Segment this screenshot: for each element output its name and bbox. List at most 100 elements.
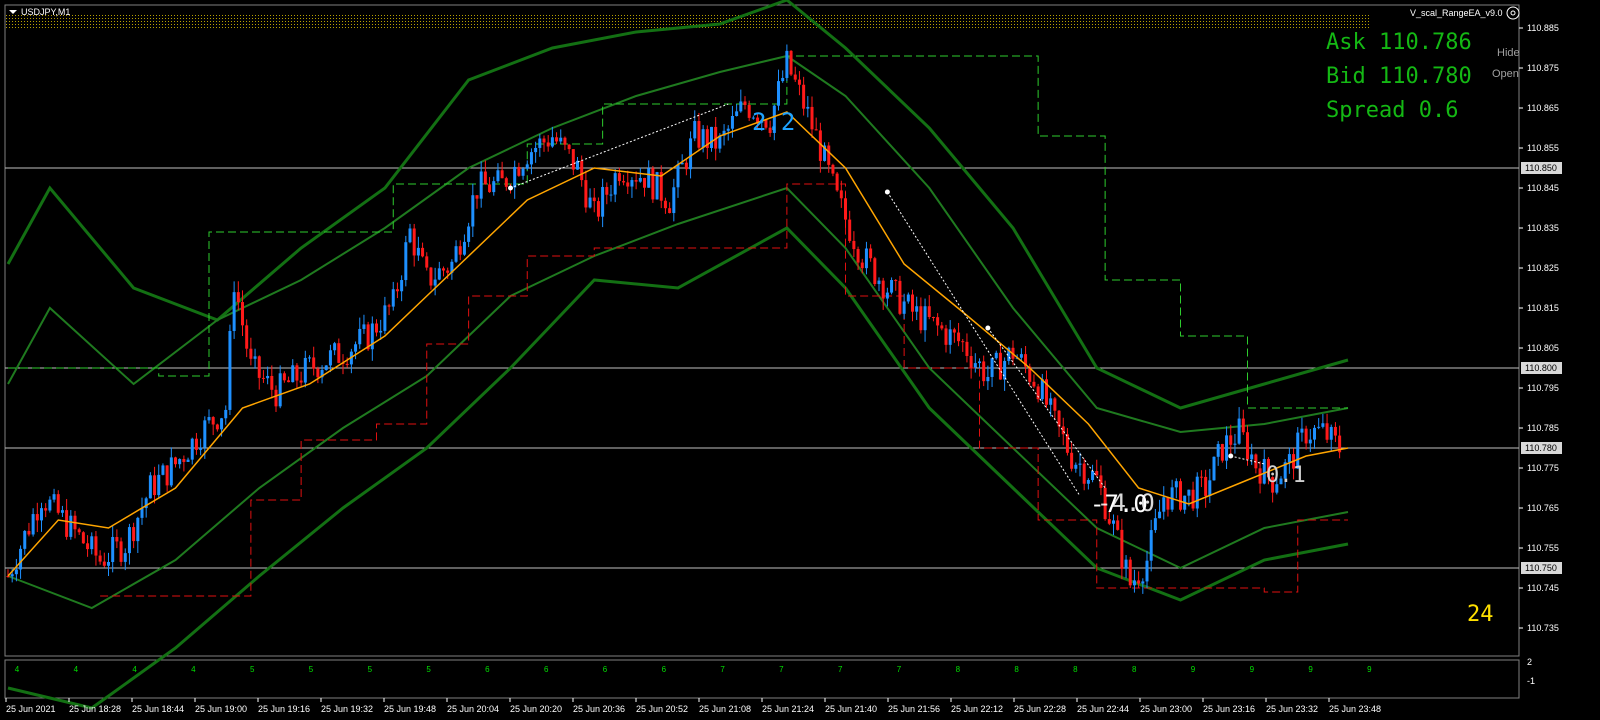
candle-body (1074, 464, 1078, 469)
candle-body (316, 368, 320, 378)
candle-body (429, 267, 433, 286)
candle-body (174, 457, 177, 465)
candle-body (521, 168, 525, 176)
chart-canvas[interactable]: 110.885 110.875 110.865 110.855 110.845 110.8… (0, 0, 1600, 720)
candle-body (257, 356, 261, 378)
subwindow-value: 5 (309, 665, 314, 674)
candle-body (169, 457, 173, 486)
candle-body (785, 50, 789, 78)
time-tick-label: 25 Jun 23:16 (1203, 704, 1255, 714)
candle-body (182, 459, 186, 462)
candle-body (919, 306, 923, 331)
candle-body (1141, 581, 1145, 584)
candle-body (538, 138, 542, 148)
time-tick-label: 25 Jun 22:44 (1077, 704, 1129, 714)
candle-body (923, 306, 927, 331)
time-tick-label: 25 Jun 19:00 (195, 704, 247, 714)
candle-body (328, 350, 332, 366)
subwindow-pane-border (4, 659, 1520, 699)
candle-body (1195, 476, 1199, 509)
candle-body (978, 361, 981, 364)
candle-body (1237, 418, 1241, 444)
candle-body (517, 166, 521, 176)
candle-body (1246, 432, 1249, 460)
subwindow-value: 6 (662, 665, 667, 674)
candle-body (936, 317, 940, 326)
candle-body (123, 553, 127, 562)
candle-body (211, 417, 215, 425)
price-level-label: 110.800 (1525, 363, 1557, 373)
price-tick-label: 110.765 (1527, 503, 1559, 513)
candle-body (781, 77, 785, 82)
trade-label: -4.0 (1097, 489, 1155, 517)
candle-body (982, 361, 986, 382)
candle-body (274, 389, 278, 407)
candle-body (1174, 481, 1178, 488)
candle-body (391, 289, 395, 307)
trade-label: 2.2 (752, 108, 795, 136)
chevron-down-icon[interactable] (9, 10, 17, 14)
candle-body (56, 494, 60, 513)
candle-body (898, 280, 902, 314)
candle-body (793, 74, 797, 80)
candle-body (65, 510, 69, 537)
candle-body (890, 280, 894, 293)
candle-body (806, 106, 810, 109)
candle-body (1032, 381, 1036, 387)
candle-body (571, 149, 575, 170)
candle-body (567, 144, 571, 150)
candle-body (81, 532, 85, 544)
price-tick-label: 110.855 (1527, 143, 1559, 153)
candle-body (458, 246, 462, 255)
candle-body (1333, 426, 1337, 436)
main-pane-border (4, 4, 1520, 657)
time-tick-label: 25 Jun 22:28 (1014, 704, 1066, 714)
candle-body (588, 197, 592, 208)
candle-body (1120, 529, 1124, 569)
candle-body (1099, 475, 1103, 488)
candle-body (224, 409, 228, 419)
candle-body (730, 115, 734, 129)
candle-body (337, 343, 341, 363)
candle-body (915, 306, 919, 312)
open-button[interactable]: Open (1492, 68, 1519, 80)
candle-body (647, 168, 651, 188)
candle-body (1313, 427, 1316, 440)
candle-body (743, 101, 747, 105)
candle-body (90, 536, 94, 550)
candle-body (555, 137, 559, 142)
candle-body (881, 280, 885, 299)
candle-body (789, 50, 793, 75)
hide-button[interactable]: Hide (1497, 47, 1520, 59)
candle-body (270, 375, 274, 390)
subwindow-value: 8 (1132, 665, 1137, 674)
candle-body (194, 438, 198, 450)
candle-body (940, 325, 944, 329)
candle-body (668, 208, 672, 214)
candle-body (1149, 530, 1153, 561)
candle-body (77, 529, 81, 533)
candle-body (584, 180, 588, 208)
bar-counter: 24 (1467, 602, 1494, 627)
candle-body (358, 328, 362, 345)
subwindow-value: 6 (485, 665, 490, 674)
time-tick-label: 25 Jun 23:32 (1266, 704, 1318, 714)
ea-status-icon[interactable] (1506, 6, 1520, 20)
candle-body (241, 302, 244, 326)
time-axis: 25 Jun 2021 25 Jun 18:28 25 Jun 18:44 25 Ju… (5, 698, 1381, 714)
candle-body (454, 246, 458, 262)
candle-body (102, 561, 106, 566)
candle-body (492, 181, 496, 193)
candle-body (261, 377, 265, 379)
band-upper-outer (6, 0, 1349, 410)
trade-line (886, 191, 1081, 497)
time-tick-label: 25 Jun 19:32 (321, 704, 373, 714)
candle-body (864, 248, 868, 269)
candle-body (1153, 518, 1157, 531)
subwindow-value: 6 (544, 665, 549, 674)
candle-body (157, 474, 161, 496)
candle-body (148, 475, 152, 499)
subwindow-value: 4 (74, 665, 79, 674)
candle-body (35, 514, 39, 521)
candle-body (94, 536, 98, 556)
